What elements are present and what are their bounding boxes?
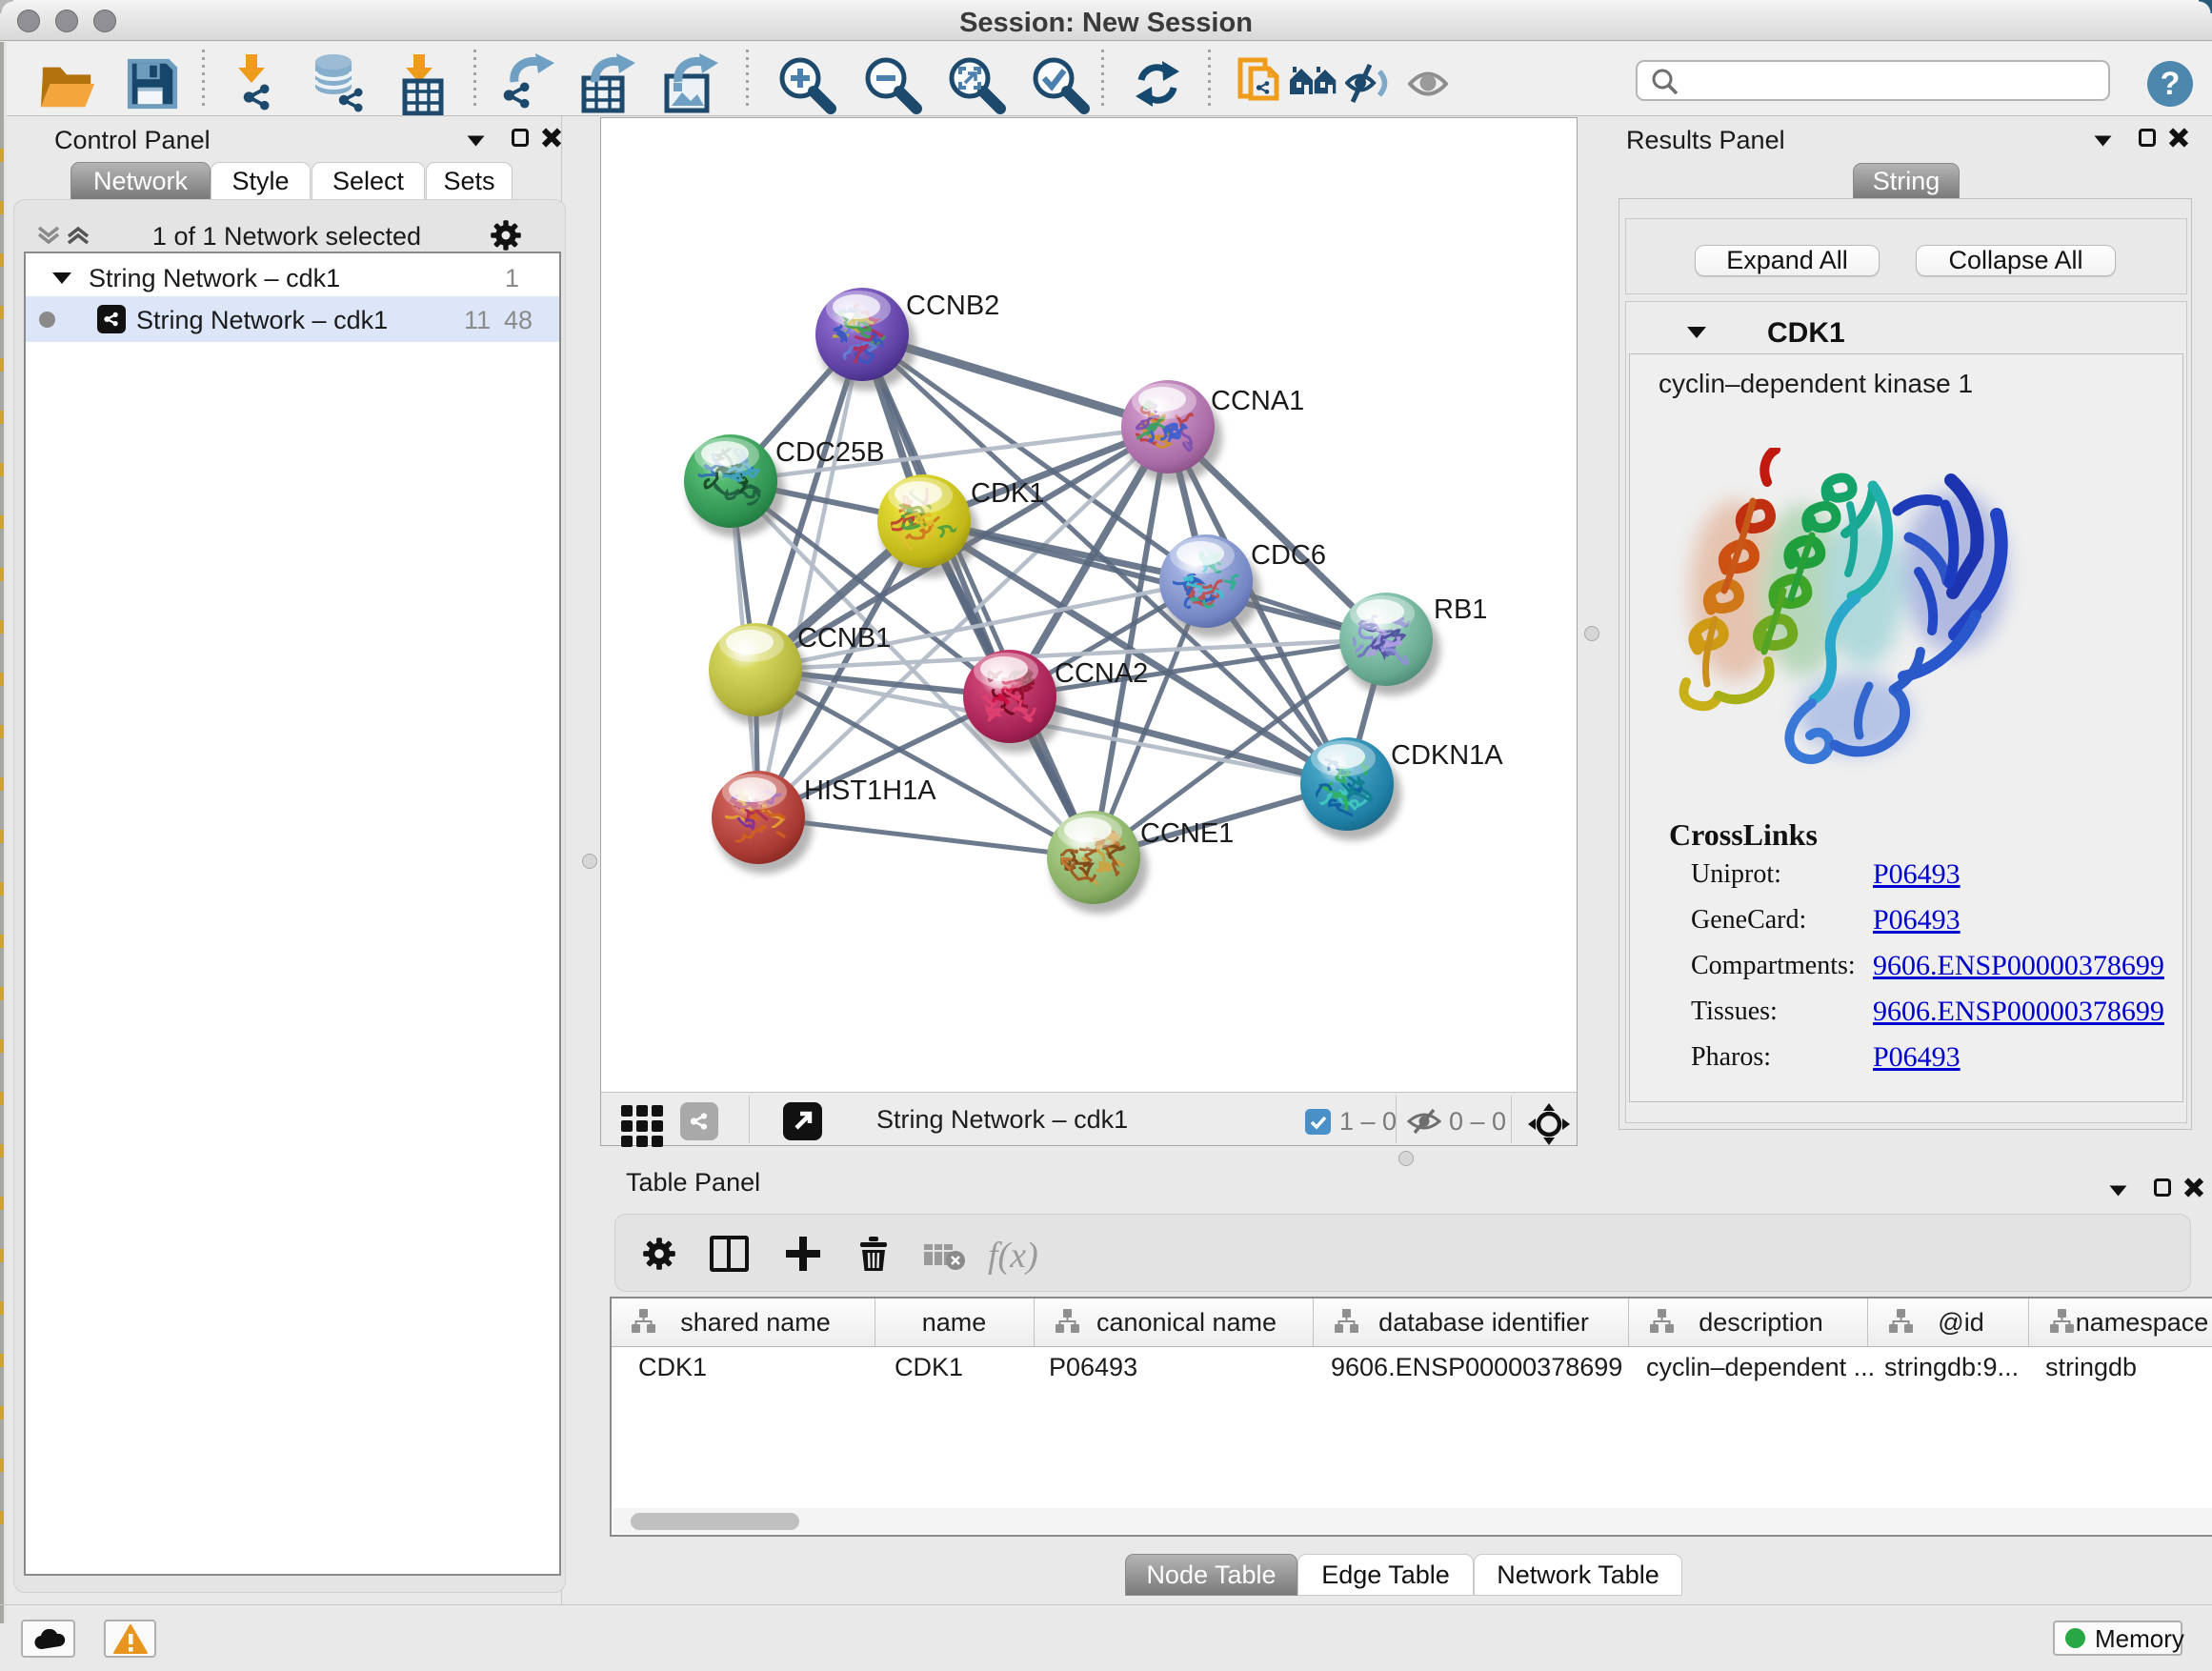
- svg-text:?: ?: [2161, 66, 2181, 102]
- svg-text:CCNA2: CCNA2: [1055, 658, 1148, 689]
- svg-text:CDKN1A: CDKN1A: [1391, 740, 1503, 771]
- svg-text:CCNB2: CCNB2: [906, 291, 999, 321]
- svg-text:CCNB1: CCNB1: [797, 623, 891, 654]
- svg-text:CDC6: CDC6: [1251, 540, 1326, 571]
- svg-text:CDK1: CDK1: [971, 478, 1044, 509]
- svg-text:CCNA1: CCNA1: [1211, 386, 1304, 416]
- svg-text:RB1: RB1: [1434, 594, 1487, 625]
- svg-text:CDC25B: CDC25B: [775, 437, 884, 468]
- svg-text:HIST1H1A: HIST1H1A: [804, 775, 936, 806]
- svg-text:CCNE1: CCNE1: [1140, 818, 1234, 849]
